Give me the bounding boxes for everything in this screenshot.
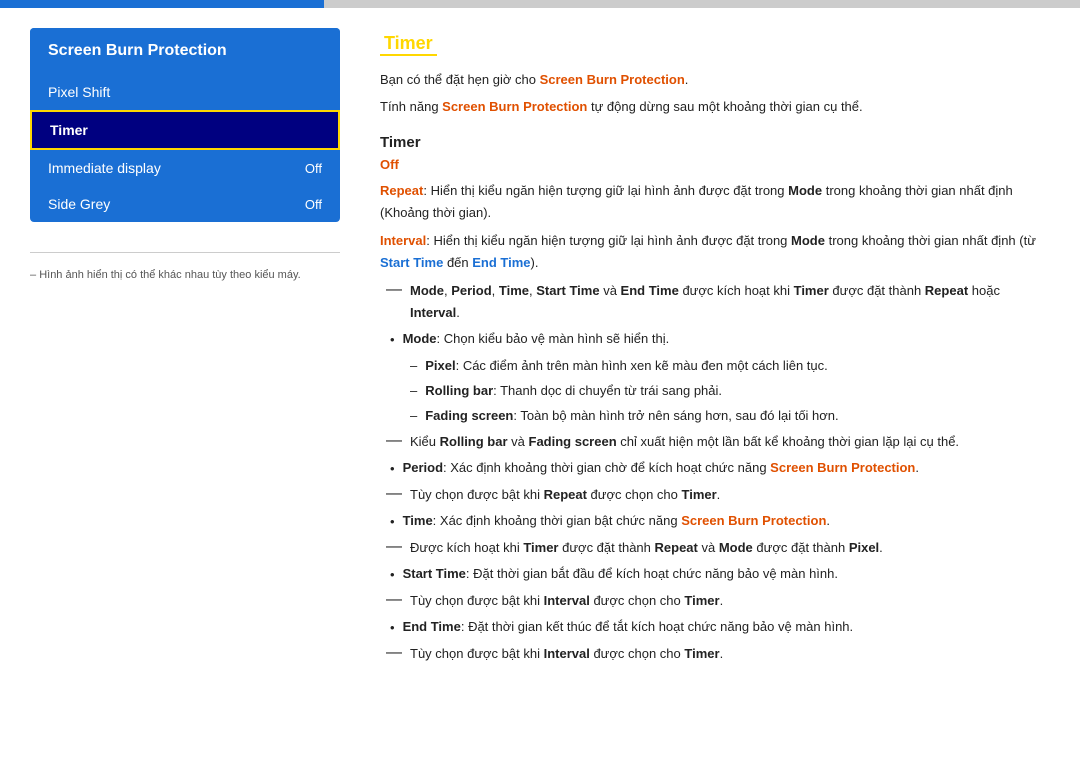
note-starttime-interval: — Tùy chọn được bật khi Interval được ch… xyxy=(380,590,1050,612)
sidebar-item-immediate-display-label: Immediate display xyxy=(48,160,161,176)
bullet-mode: • Mode: Chọn kiểu bảo vệ màn hình sẽ hiể… xyxy=(380,328,1050,351)
status-off: Off xyxy=(380,157,1050,172)
sidebar-note: – Hình ảnh hiển thị có thể khác nhau tùy… xyxy=(30,252,340,281)
intro-line-2: Tính năng Screen Burn Protection tự động… xyxy=(380,97,1050,118)
note-mode-period: — Mode, Period, Time, Start Time và End … xyxy=(380,280,1050,324)
sub-rolling-bar: – Rolling bar: Thanh dọc di chuyển từ tr… xyxy=(380,380,1050,402)
sidebar: Screen Burn Protection Pixel Shift Timer… xyxy=(30,28,340,743)
sidebar-item-immediate-display-value: Off xyxy=(305,161,322,176)
sidebar-item-immediate-display[interactable]: Immediate display Off xyxy=(30,150,340,186)
sidebar-item-pixel-shift[interactable]: Pixel Shift xyxy=(30,74,340,110)
sidebar-item-side-grey-value: Off xyxy=(305,197,322,212)
bullet-time: • Time: Xác định khoảng thời gian bật ch… xyxy=(380,510,1050,533)
bullet-end-time: • End Time: Đặt thời gian kết thúc để tắ… xyxy=(380,616,1050,639)
top-bar xyxy=(0,0,1080,8)
note-period-repeat: — Tùy chọn được bật khi Repeat được chọn… xyxy=(380,484,1050,506)
sidebar-menu: Screen Burn Protection Pixel Shift Timer… xyxy=(30,28,340,222)
note-time-pixel: — Được kích hoạt khi Timer được đặt thàn… xyxy=(380,537,1050,559)
interval-paragraph: Interval: Hiển thị kiểu ngăn hiện tượng … xyxy=(380,230,1050,274)
main-container: Screen Burn Protection Pixel Shift Timer… xyxy=(0,8,1080,763)
sub-fading-screen: – Fading screen: Toàn bộ màn hình trở nê… xyxy=(380,405,1050,427)
sidebar-item-timer[interactable]: Timer xyxy=(30,110,340,150)
sub-pixel: – Pixel: Các điểm ảnh trên màn hình xen … xyxy=(380,355,1050,377)
content-body: Repeat: Hiển thị kiểu ngăn hiện tượng gi… xyxy=(380,180,1050,666)
bullet-period: • Period: Xác định khoảng thời gian chờ … xyxy=(380,457,1050,480)
sidebar-note-text: – Hình ảnh hiển thị có thể khác nhau tùy… xyxy=(30,269,340,281)
note-rolling-fading: — Kiểu Rolling bar và Fading screen chỉ … xyxy=(380,431,1050,453)
bullet-start-time: • Start Time: Đặt thời gian bắt đầu để k… xyxy=(380,563,1050,586)
section-timer-heading: Timer xyxy=(380,134,1050,151)
sidebar-item-pixel-shift-label: Pixel Shift xyxy=(48,84,110,100)
sidebar-item-side-grey[interactable]: Side Grey Off xyxy=(30,186,340,222)
note-endtime-interval: — Tùy chọn được bật khi Interval được ch… xyxy=(380,643,1050,665)
sidebar-title: Screen Burn Protection xyxy=(30,28,340,74)
intro-line-1: Bạn có thể đặt hẹn giờ cho Screen Burn P… xyxy=(380,70,1050,91)
sidebar-item-side-grey-label: Side Grey xyxy=(48,196,110,212)
repeat-paragraph: Repeat: Hiển thị kiểu ngăn hiện tượng gi… xyxy=(380,180,1050,224)
content-area: Timer Bạn có thể đặt hẹn giờ cho Screen … xyxy=(380,28,1050,743)
content-title: Timer xyxy=(380,33,437,56)
sidebar-item-timer-label: Timer xyxy=(50,122,88,138)
